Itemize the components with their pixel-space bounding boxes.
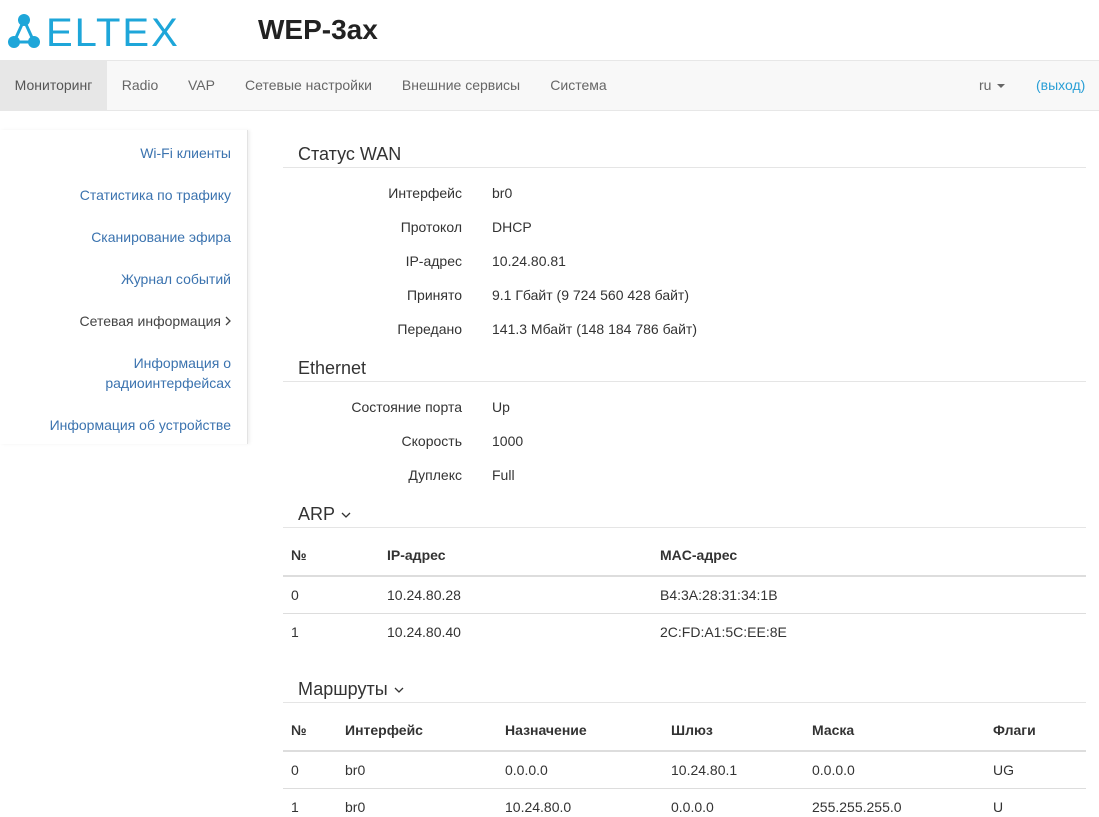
column-header: IP-адрес [379, 534, 652, 577]
wan-ip-label: IP-адрес [405, 253, 462, 269]
table-cell: 10.24.80.0 [505, 798, 572, 815]
wan-tx-value: 141.3 Мбайт (148 184 786 байт) [492, 321, 697, 337]
chevron-down-icon [394, 687, 404, 694]
column-header: Шлюз [663, 709, 804, 752]
table-cell: br0 [337, 751, 497, 789]
sidebar-item-radio-info[interactable]: Информация о радиоинтерфейсах [51, 353, 231, 393]
top-navbar: Мониторинг Radio VAP Сетевые настройки В… [0, 60, 1099, 111]
table-cell: 10.24.80.40 [387, 623, 461, 640]
nav-external-services[interactable]: Внешние сервисы [387, 61, 535, 110]
column-header: Интерфейс [337, 709, 497, 752]
column-header: MAC-адрес [652, 534, 1086, 577]
sidebar-item-air-scan[interactable]: Сканирование эфира [11, 227, 231, 247]
table-row: 0 br0 0.0.0.0 10.24.80.1 0.0.0.0 UG [283, 751, 1086, 789]
routes-table: № Интерфейс Назначение Шлюз Маска Флаги … [283, 709, 1086, 817]
wan-rx-value: 9.1 Гбайт (9 724 560 428 байт) [492, 287, 689, 303]
table-header-row: № IP-адрес MAC-адрес [283, 534, 1086, 577]
column-header: Флаги [985, 709, 1086, 752]
wan-ip-value: 10.24.80.81 [492, 253, 566, 269]
table-cell: 0.0.0.0 [804, 751, 985, 789]
nav-network-settings[interactable]: Сетевые настройки [230, 61, 387, 110]
table-cell: 0.0.0.0 [497, 751, 663, 789]
wan-protocol-label: Протокол [400, 219, 462, 235]
wan-protocol-value: DHCP [492, 219, 532, 235]
table-cell: 2C:FD:A1:5C:EE:8E [660, 623, 787, 640]
language-dropdown[interactable]: ru [979, 61, 1006, 110]
table-cell: 1 [291, 798, 299, 815]
column-header: Назначение [497, 709, 663, 752]
wan-tx-label: Передано [397, 321, 462, 337]
table-cell: 0.0.0.0 [671, 798, 714, 815]
nav-monitoring[interactable]: Мониторинг [0, 61, 107, 110]
wan-interface-value: br0 [492, 185, 513, 201]
table-header-row: № Интерфейс Назначение Шлюз Маска Флаги [283, 709, 1086, 752]
wan-rx-label: Принято [406, 287, 462, 303]
eth-duplex-value: Full [492, 467, 515, 483]
table-cell: 1 [291, 623, 299, 640]
logo-wordmark: ELTEX [46, 11, 180, 50]
arp-section-header[interactable]: ARP [283, 490, 1086, 528]
section-title: Маршруты [298, 679, 388, 699]
ethernet-section-header: Ethernet [283, 344, 1086, 382]
table-cell: 0 [283, 576, 379, 614]
table-cell: UG [985, 751, 1086, 789]
wan-interface-label: Интерфейс [388, 185, 462, 201]
section-title: Ethernet [298, 358, 367, 378]
eth-speed-label: Скорость [401, 433, 462, 449]
sidebar: Wi-Fi клиенты Статистика по трафику Скан… [0, 130, 248, 444]
table-row: 1 br0 10.24.80.0 0.0.0.0 255.255.255.0 U [283, 788, 1086, 817]
caret-down-icon [997, 84, 1006, 89]
sidebar-item-wifi-clients[interactable]: Wi-Fi клиенты [11, 143, 231, 163]
sidebar-item-device-info[interactable]: Информация об устройстве [11, 415, 231, 435]
section-title: Статус WAN [298, 144, 402, 164]
eth-port-state-label: Состояние порта [351, 399, 462, 415]
table-cell: B4:3A:28:31:34:1B [652, 576, 1086, 614]
product-title: WEP-3ax [258, 14, 378, 45]
table-cell: 255.255.255.0 [812, 798, 902, 815]
language-label: ru [979, 77, 992, 93]
table-cell: U [993, 798, 1004, 815]
routes-section-header[interactable]: Маршруты [283, 665, 1086, 703]
eltex-logo[interactable]: ELTEX [6, 10, 196, 50]
column-header: № [283, 709, 337, 752]
column-header: № [283, 534, 379, 577]
nav-radio[interactable]: Radio [107, 61, 173, 110]
sidebar-item-label: Сетевая информация [79, 313, 221, 329]
sidebar-item-traffic-stats[interactable]: Статистика по трафику [11, 185, 231, 205]
nav-vap[interactable]: VAP [173, 61, 230, 110]
eth-port-state-value: Up [492, 399, 510, 415]
table-row: 0 10.24.80.28 B4:3A:28:31:34:1B [283, 576, 1086, 614]
sidebar-item-event-log[interactable]: Журнал событий [11, 269, 231, 289]
table-cell: 10.24.80.1 [663, 751, 804, 789]
header: ELTEX WEP-3ax [0, 0, 1099, 60]
table-cell: 10.24.80.28 [379, 576, 652, 614]
sidebar-item-network-info[interactable]: Сетевая информация [11, 311, 231, 331]
table-row: 1 10.24.80.40 2C:FD:A1:5C:EE:8E [283, 613, 1086, 650]
table-cell: br0 [345, 798, 366, 815]
routes-toggle[interactable]: Маршруты [298, 679, 404, 700]
column-header: Маска [804, 709, 985, 752]
arp-table: № IP-адрес MAC-адрес 0 10.24.80.28 B4:3A… [283, 534, 1086, 650]
logout-link[interactable]: (выход) [1036, 61, 1085, 110]
nav-system[interactable]: Система [535, 61, 622, 110]
table-cell: 0 [283, 751, 337, 789]
section-title: ARP [298, 504, 336, 524]
chevron-right-icon [225, 316, 231, 326]
eth-speed-value: 1000 [492, 433, 524, 449]
chevron-down-icon [341, 512, 351, 519]
arp-toggle[interactable]: ARP [298, 504, 351, 525]
eth-duplex-label: Дуплекс [408, 467, 462, 483]
wan-section-header: Статус WAN [283, 130, 1086, 168]
